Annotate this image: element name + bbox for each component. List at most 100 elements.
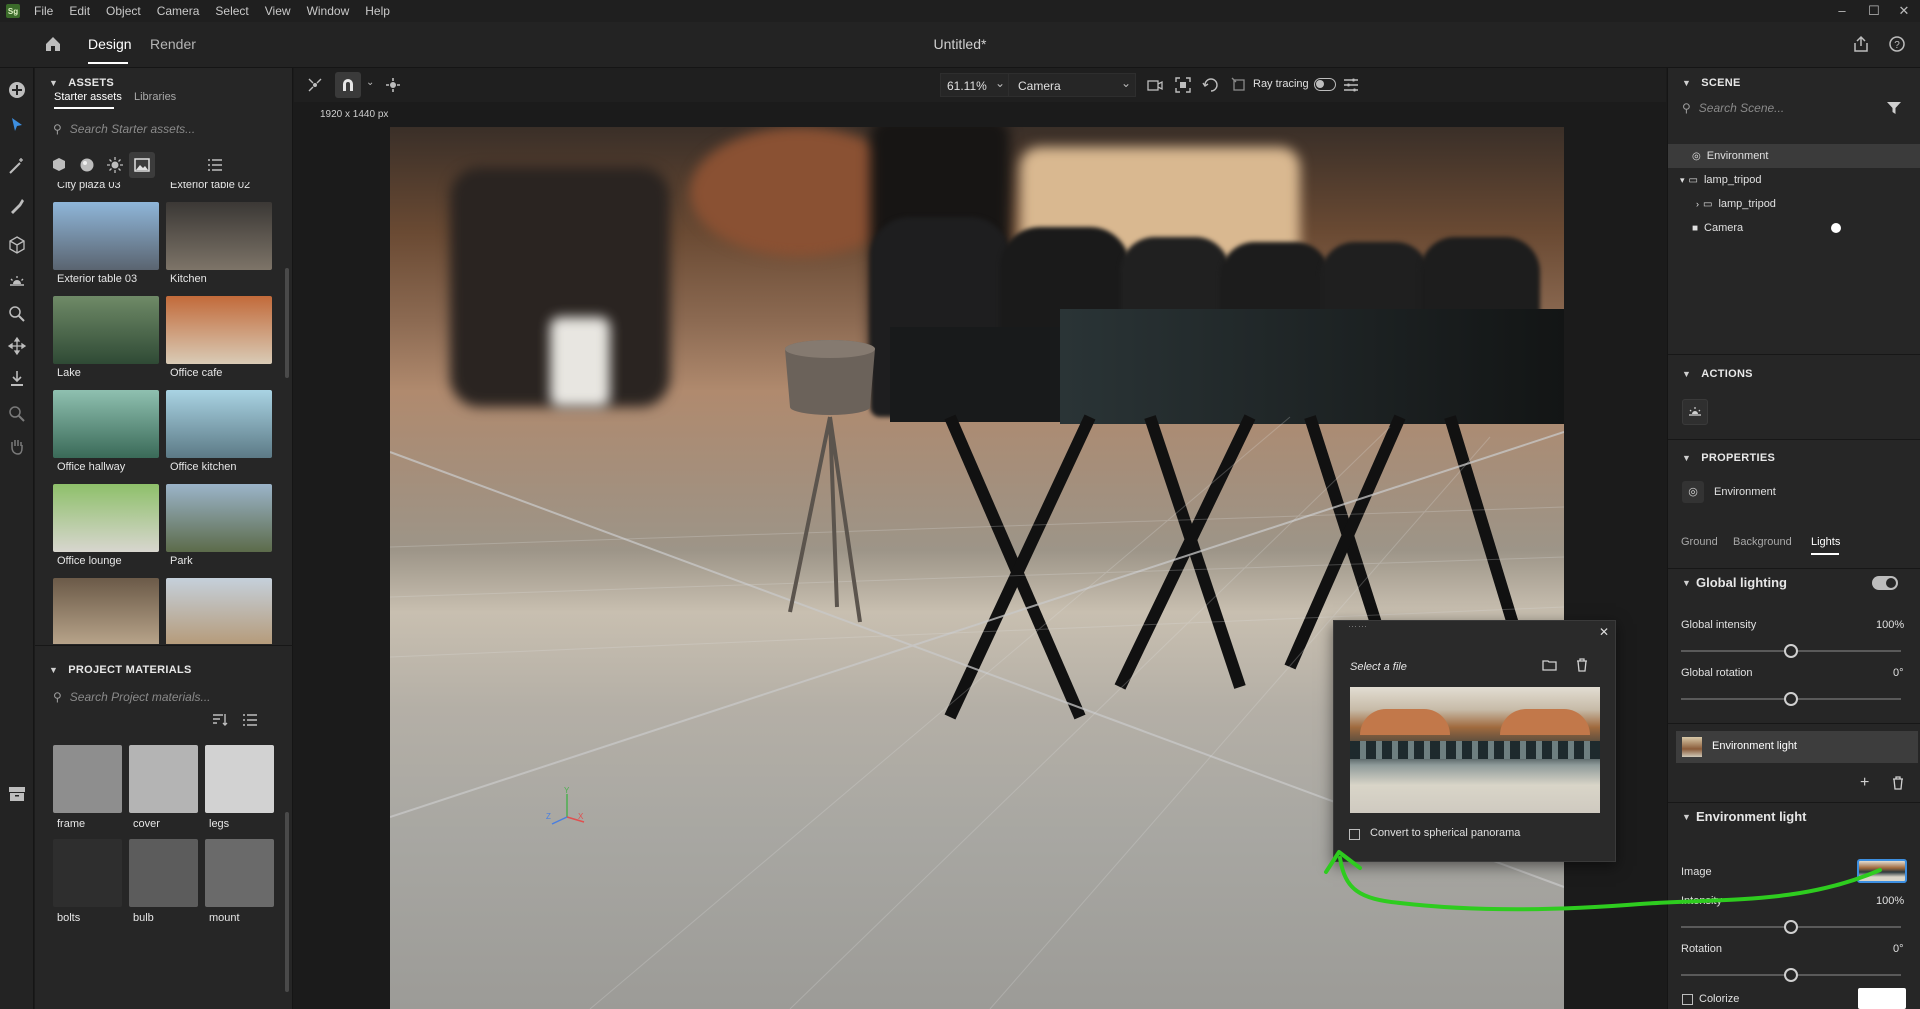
environment-image-preview[interactable] <box>1350 687 1600 813</box>
menu-view[interactable]: View <box>257 0 299 22</box>
active-camera-indicator[interactable] <box>1831 223 1841 233</box>
hand-icon[interactable] <box>7 436 27 456</box>
close-button[interactable]: ✕ <box>1888 0 1920 22</box>
align-icon[interactable] <box>384 76 402 94</box>
trash-icon[interactable] <box>1890 775 1906 791</box>
material-bulb[interactable]: bulb <box>129 839 198 927</box>
tab-design[interactable]: Design <box>88 36 132 52</box>
tab-libraries[interactable]: Libraries <box>134 91 176 103</box>
material-legs[interactable]: legs <box>205 745 274 833</box>
chevron-down-icon[interactable]: ▼ <box>1682 812 1691 822</box>
scene-item-environment[interactable]: ◎ Environment <box>1668 144 1920 168</box>
scene-section-header[interactable]: ▼ SCENE <box>1668 69 1920 97</box>
close-icon[interactable]: ✕ <box>1599 625 1609 639</box>
menu-camera[interactable]: Camera <box>149 0 208 22</box>
intensity-slider[interactable] <box>1681 920 1901 934</box>
scene-item-lamp-tripod-child[interactable]: › ▭ lamp_tripod <box>1668 192 1920 216</box>
render-settings-icon[interactable] <box>1342 76 1360 94</box>
materials-icon[interactable] <box>77 155 97 175</box>
menu-edit[interactable]: Edit <box>61 0 98 22</box>
global-intensity-slider[interactable] <box>1681 644 1901 658</box>
orbit-icon[interactable] <box>306 76 324 94</box>
tab-render[interactable]: Render <box>150 36 196 52</box>
reset-view-icon[interactable] <box>1230 76 1248 94</box>
chevron-right-icon[interactable]: › <box>1696 199 1699 209</box>
assets-search-input[interactable]: Search Starter assets... <box>70 122 195 136</box>
asset-thumbnail[interactable]: Office cafe <box>166 296 272 384</box>
global-lighting-toggle[interactable] <box>1872 576 1898 590</box>
colorize-color-swatch[interactable] <box>1858 988 1906 1009</box>
slider-knob[interactable] <box>1784 920 1798 934</box>
slider-knob[interactable] <box>1784 692 1798 706</box>
camera-bookmark-icon[interactable] <box>1146 76 1164 94</box>
camera-dropdown[interactable]: Camera ⌄ <box>1008 73 1136 97</box>
asset-thumbnail[interactable]: Lake <box>53 296 159 384</box>
assets-scrollbar[interactable] <box>285 268 289 378</box>
spherical-panorama-checkbox[interactable] <box>1349 829 1360 840</box>
assets-search[interactable]: ⚲ Search Starter assets... <box>53 116 283 142</box>
asset-thumbnail[interactable] <box>166 578 272 644</box>
help-icon[interactable]: ? <box>1888 35 1906 53</box>
environment-light-icon[interactable] <box>7 272 27 292</box>
viewport[interactable]: 1920 x 1440 px Y Z X <box>294 102 1666 1009</box>
asset-thumbnail[interactable]: Exterior table 03 <box>53 202 159 290</box>
add-icon[interactable] <box>7 80 27 100</box>
lights-icon[interactable] <box>105 155 125 175</box>
chevron-down-icon[interactable]: ⌄ <box>366 77 374 88</box>
add-light-icon[interactable]: + <box>1860 774 1869 792</box>
slider-knob[interactable] <box>1784 644 1798 658</box>
move-icon[interactable] <box>7 336 27 356</box>
magic-wand-icon[interactable] <box>7 156 27 176</box>
slider-knob[interactable] <box>1784 968 1798 982</box>
environment-action-button[interactable] <box>1682 399 1708 425</box>
menu-file[interactable]: File <box>26 0 61 22</box>
materials-search[interactable]: ⚲ Search Project materials... <box>53 684 283 710</box>
asset-thumbnail[interactable]: Office kitchen <box>166 390 272 478</box>
menu-window[interactable]: Window <box>299 0 358 22</box>
filter-icon[interactable] <box>1886 100 1902 116</box>
minimize-button[interactable]: – <box>1826 0 1858 22</box>
asset-thumbnail[interactable]: Park <box>166 484 272 572</box>
materials-scrollbar[interactable] <box>285 812 289 992</box>
tab-background[interactable]: Background <box>1733 536 1792 548</box>
menu-object[interactable]: Object <box>98 0 149 22</box>
maximize-button[interactable]: ☐ <box>1858 0 1890 22</box>
asset-thumbnail[interactable] <box>53 578 159 644</box>
rotation-slider[interactable] <box>1681 968 1901 982</box>
archive-icon[interactable] <box>7 784 27 804</box>
asset-thumbnail[interactable]: Office lounge <box>53 484 159 572</box>
tab-starter-assets[interactable]: Starter assets <box>54 91 122 103</box>
menu-select[interactable]: Select <box>207 0 256 22</box>
trash-icon[interactable] <box>1574 657 1590 673</box>
cube-icon[interactable] <box>7 235 27 255</box>
zoom-icon[interactable] <box>7 404 27 424</box>
material-bolts[interactable]: bolts <box>53 839 122 927</box>
snap-button[interactable] <box>335 72 361 98</box>
share-icon[interactable] <box>1852 35 1870 53</box>
select-tool-icon[interactable] <box>7 115 27 135</box>
drag-handle[interactable]: ⋯⋯ <box>1348 621 1368 632</box>
sort-icon[interactable] <box>211 711 229 729</box>
chevron-down-icon[interactable]: ▾ <box>1680 175 1685 186</box>
paint-icon[interactable] <box>7 196 27 216</box>
asset-thumbnail[interactable]: City plaza 03 <box>53 182 159 196</box>
scene-item-camera[interactable]: ■ Camera <box>1668 216 1920 240</box>
tab-lights[interactable]: Lights <box>1811 536 1840 548</box>
list-view-icon[interactable] <box>241 711 259 729</box>
scene-search[interactable]: ⚲ Search Scene... <box>1682 95 1882 121</box>
rotate-view-icon[interactable] <box>1202 76 1220 94</box>
asset-thumbnail[interactable]: Exterior table 02 <box>166 182 272 196</box>
scene-item-lamp-tripod[interactable]: ▾ ▭ lamp_tripod <box>1668 168 1920 192</box>
images-filter-button[interactable] <box>129 152 155 178</box>
material-cover[interactable]: cover <box>129 745 198 833</box>
chevron-down-icon[interactable]: ▼ <box>1682 578 1691 588</box>
actions-section-header[interactable]: ▼ ACTIONS <box>1668 360 1920 388</box>
properties-section-header[interactable]: ▼ PROPERTIES <box>1668 444 1920 472</box>
global-rotation-slider[interactable] <box>1681 692 1901 706</box>
environment-image-picker[interactable] <box>1857 859 1907 883</box>
material-mount[interactable]: mount <box>205 839 274 927</box>
menu-help[interactable]: Help <box>357 0 398 22</box>
drop-to-ground-icon[interactable] <box>7 369 27 389</box>
project-materials-header[interactable]: ▼ PROJECT MATERIALS <box>35 656 292 684</box>
scene-search-input[interactable]: Search Scene... <box>1699 101 1784 115</box>
